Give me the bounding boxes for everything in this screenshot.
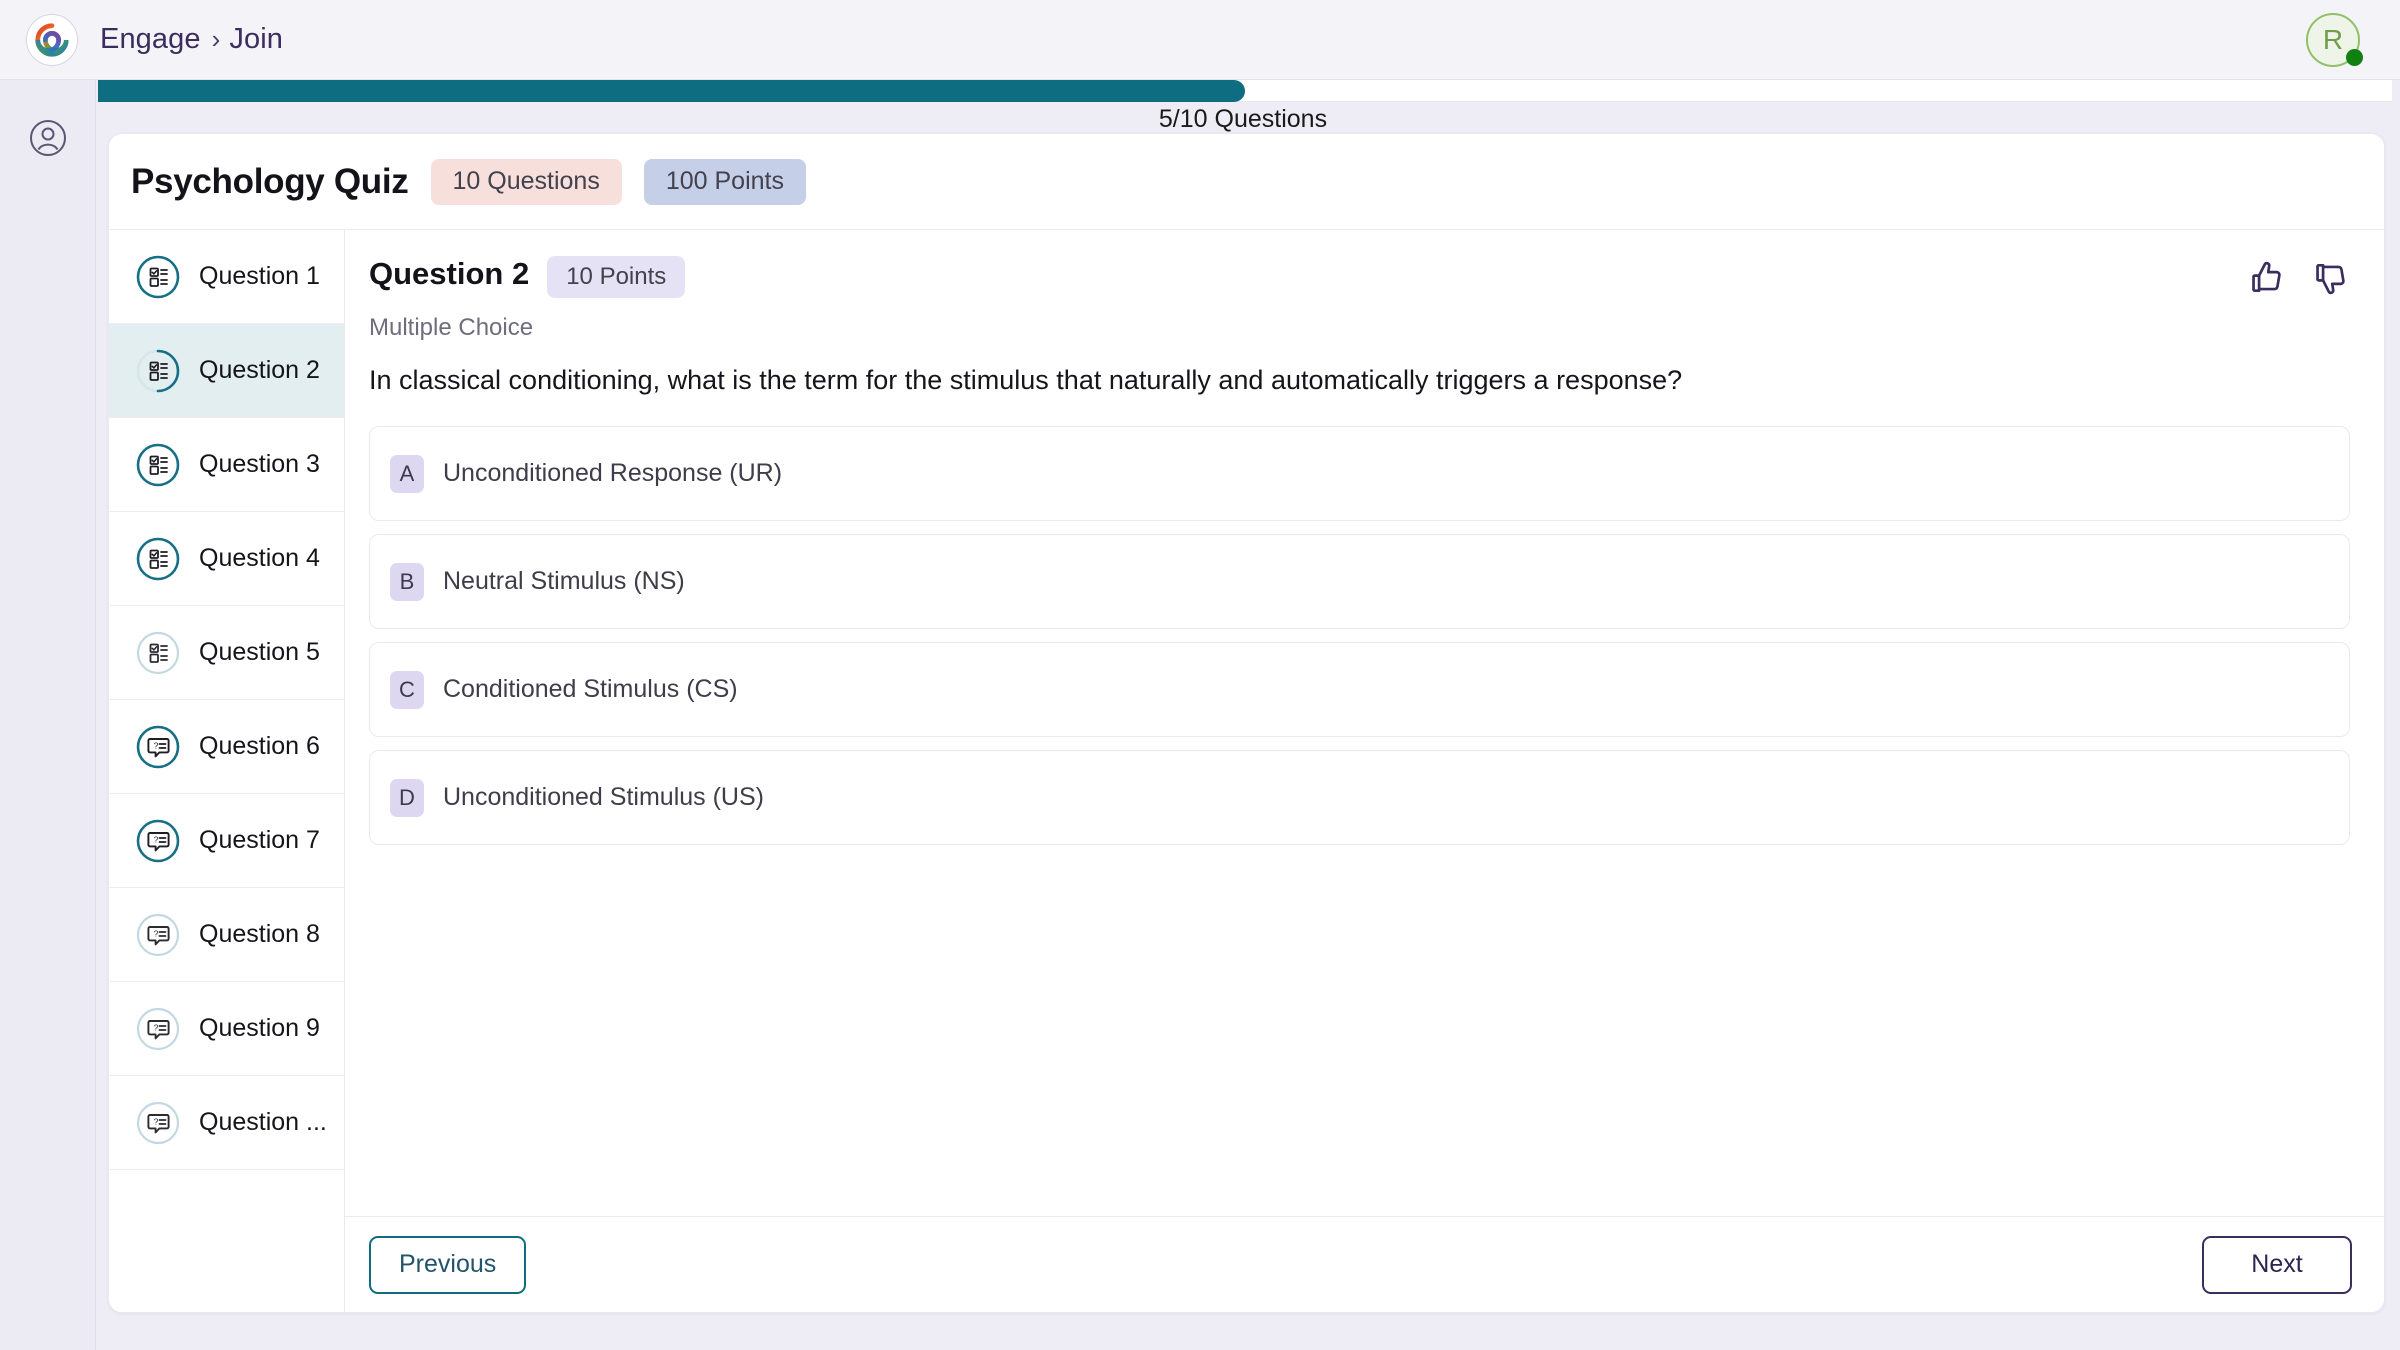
multiple-choice-icon	[135, 630, 181, 676]
answer-option[interactable]: B Neutral Stimulus (NS)	[369, 534, 2350, 630]
question-nav-item-label: Question 8	[199, 920, 320, 948]
question-nav-item-label: Question 5	[199, 638, 320, 666]
answer-options-list: A Unconditioned Response (UR) B Neutral Sti…	[369, 426, 2350, 846]
quiz-card: Psychology Quiz 10 Questions 100 Points …	[108, 133, 2385, 1313]
breadcrumb-current[interactable]: Join	[229, 23, 283, 56]
answer-option-key: A	[390, 454, 424, 493]
progress-label: 5/10 Questions	[1158, 105, 1328, 133]
answer-option-key: D	[390, 778, 424, 817]
short-answer-icon: ?	[135, 1100, 181, 1146]
question-nav-item-7[interactable]: ? Question 7	[109, 794, 344, 888]
question-nav-item-label: Question 3	[199, 450, 320, 478]
answer-option-text: Unconditioned Response (UR)	[443, 459, 783, 488]
question-nav-item-label: Question ...	[199, 1108, 327, 1136]
question-nav-item-10[interactable]: ? Question ...	[109, 1076, 344, 1170]
online-status-dot	[2346, 48, 2363, 66]
question-text: In classical conditioning, what is the t…	[369, 365, 1683, 395]
breadcrumb: Engage › Join	[100, 23, 283, 56]
question-pane: Question 2 10 Points Multiple Choice In …	[345, 230, 2384, 1312]
progress-bar-fill	[98, 80, 1245, 102]
answer-option[interactable]: D Unconditioned Stimulus (US)	[369, 750, 2350, 846]
short-answer-icon: ?	[135, 1006, 181, 1052]
multiple-choice-icon	[135, 254, 181, 300]
answer-option[interactable]: C Conditioned Stimulus (CS)	[369, 642, 2350, 738]
answer-option[interactable]: A Unconditioned Response (UR)	[369, 426, 2350, 522]
page-title: Psychology Quiz	[131, 161, 409, 201]
answer-option-text: Unconditioned Stimulus (US)	[443, 783, 764, 812]
left-rail	[0, 80, 96, 1350]
thumbs-down-icon[interactable]	[2312, 259, 2350, 297]
question-nav-item-6[interactable]: ? Question 6	[109, 700, 344, 794]
multiple-choice-icon	[135, 536, 181, 582]
short-answer-icon: ?	[135, 912, 181, 958]
question-nav-item-label: Question 4	[199, 544, 320, 572]
svg-text:?: ?	[154, 834, 159, 844]
question-nav-item-label: Question 6	[199, 732, 320, 760]
question-type-label: Multiple Choice	[369, 314, 534, 341]
question-nav-list: Question 1 Question 2 Question 3 Question 4…	[109, 230, 345, 1312]
svg-text:?: ?	[154, 928, 159, 938]
multiple-choice-icon	[135, 442, 181, 488]
question-nav-item-3[interactable]: Question 3	[109, 418, 344, 512]
question-header: Question 2 10 Points	[369, 256, 2350, 298]
answer-option-key: B	[390, 562, 424, 601]
question-nav-item-5[interactable]: Question 5	[109, 606, 344, 700]
answer-option-text: Conditioned Stimulus (CS)	[443, 675, 738, 704]
total-points-badge: 100 Points	[643, 158, 806, 205]
multiple-choice-icon	[135, 348, 181, 394]
previous-button[interactable]: Previous	[369, 1235, 527, 1294]
quiz-body: Question 1 Question 2 Question 3 Question 4…	[109, 230, 2384, 1312]
quiz-header: Psychology Quiz 10 Questions 100 Points	[109, 134, 2384, 230]
user-circle-icon[interactable]	[26, 116, 70, 160]
question-nav-item-8[interactable]: ? Question 8	[109, 888, 344, 982]
svg-text:?: ?	[154, 1022, 159, 1032]
next-button[interactable]: Next	[2202, 1235, 2352, 1294]
question-nav-item-label: Question 2	[199, 356, 320, 384]
questions-count-badge: 10 Questions	[430, 158, 622, 205]
answer-option-text: Neutral Stimulus (NS)	[443, 567, 685, 596]
feedback-controls	[2248, 256, 2350, 297]
question-nav-item-label: Question 9	[199, 1014, 320, 1042]
question-points-badge: 10 Points	[547, 256, 686, 298]
progress-bar-track	[98, 80, 2392, 102]
svg-text:?: ?	[154, 1116, 159, 1126]
question-nav-item-2[interactable]: Question 2	[109, 324, 344, 418]
question-nav-item-4[interactable]: Question 4	[109, 512, 344, 606]
short-answer-icon: ?	[135, 724, 181, 770]
question-nav-item-label: Question 1	[199, 262, 320, 290]
quiz-footer: Previous Next	[345, 1216, 2384, 1312]
question-nav-item-9[interactable]: ? Question 9	[109, 982, 344, 1076]
answer-option-key: C	[390, 670, 424, 709]
question-nav-item-1[interactable]: Question 1	[109, 230, 344, 324]
question-heading: Question 2	[369, 256, 530, 291]
svg-text:?: ?	[154, 740, 159, 750]
avatar[interactable]: R	[2306, 12, 2363, 67]
thumbs-up-icon[interactable]	[2248, 259, 2286, 297]
engage-spiral-logo-icon[interactable]	[26, 13, 78, 66]
top-bar: Engage › Join R	[0, 0, 2400, 80]
progress-area: 5/10 Questions	[96, 80, 2400, 133]
breadcrumb-root[interactable]: Engage	[100, 23, 201, 56]
short-answer-icon: ?	[135, 818, 181, 864]
chevron-right-icon: ›	[211, 24, 221, 54]
question-nav-item-label: Question 7	[199, 826, 320, 854]
